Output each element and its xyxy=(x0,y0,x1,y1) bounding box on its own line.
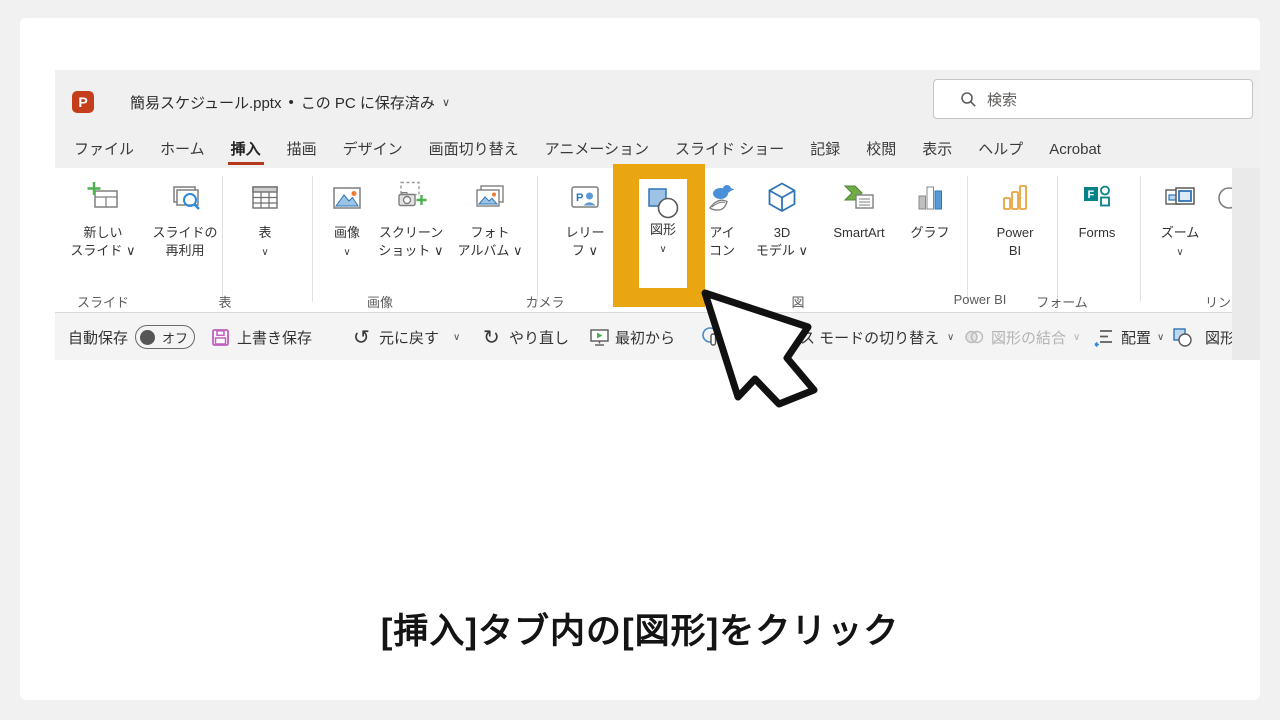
forms-icon: F xyxy=(1062,180,1132,224)
ribbon-button-smartart[interactable]: SmartArt xyxy=(820,180,898,242)
chevron-down-icon: ∨ xyxy=(1176,247,1183,258)
picture-icon xyxy=(312,180,382,224)
save-icon[interactable] xyxy=(211,313,230,360)
ribbon-button-photo-album[interactable]: フォトアルバム ∨ xyxy=(455,180,525,260)
ribbon-button-reuse-slides[interactable]: スライドの再利用 xyxy=(150,180,220,260)
3d-model-icon xyxy=(747,180,817,224)
table-icon xyxy=(230,180,300,224)
svg-text:F: F xyxy=(1088,189,1095,201)
reuse-slides-icon xyxy=(150,180,220,224)
powerpoint-app-icon: P xyxy=(72,91,94,113)
tab-design[interactable]: デザイン xyxy=(330,135,416,168)
powerpoint-window: P 簡易スケジュール.pptx • この PC に保存済み ∨ 検索 ファイル … xyxy=(55,70,1260,360)
tab-draw[interactable]: 描画 xyxy=(274,135,330,168)
ribbon-button-new-slide[interactable]: 新しいスライド ∨ xyxy=(68,180,138,260)
group-separator xyxy=(222,176,223,302)
cameo-icon: P xyxy=(550,180,620,224)
search-icon xyxy=(960,91,977,108)
tab-review[interactable]: 校閲 xyxy=(853,135,909,168)
tab-insert[interactable]: 挿入 xyxy=(218,135,274,168)
ribbon-button-cameo[interactable]: P レリーフ ∨ xyxy=(550,180,620,260)
search-input[interactable]: 検索 xyxy=(933,79,1253,119)
chevron-down-icon: ∨ xyxy=(659,244,666,255)
tab-transitions[interactable]: 画面切り替え xyxy=(416,135,532,168)
chart-icon xyxy=(895,180,965,224)
from-beginning-button[interactable]: 最初から xyxy=(615,313,675,360)
ribbon-button-picture[interactable]: 画像∨ xyxy=(312,180,382,260)
window-right-filler xyxy=(1232,168,1260,360)
mode-switch-button[interactable]: ス モードの切り替え xyxy=(800,313,939,360)
chevron-down-icon: ∨ xyxy=(261,247,268,258)
group-label-table: 表 xyxy=(180,292,270,311)
power-bi-icon xyxy=(980,180,1050,224)
autosave-label: 自動保存 xyxy=(68,313,128,360)
tab-record[interactable]: 記録 xyxy=(797,135,853,168)
dot-separator: • xyxy=(288,94,293,111)
shapes-qat-button[interactable]: 図形 xyxy=(1205,313,1235,360)
smartart-icon xyxy=(820,180,898,224)
group-separator xyxy=(1057,176,1058,302)
chevron-down-icon: ∨ xyxy=(343,247,350,258)
ribbon-button-screenshot[interactable]: スクリーンショット ∨ xyxy=(376,180,446,260)
highlight-box: 図形∨ xyxy=(613,164,705,307)
quick-access-toolbar: 自動保存 オフ 上書き保存 ↺ 元に戻す ∨ ↻ やり直し 最初から ス モード… xyxy=(55,312,1232,360)
group-label-slides: スライド xyxy=(58,292,148,311)
tab-file[interactable]: ファイル xyxy=(61,135,147,168)
group-separator xyxy=(967,176,968,302)
tab-home[interactable]: ホーム xyxy=(147,135,218,168)
merge-shapes-icon xyxy=(963,313,985,360)
undo-icon[interactable]: ↺ xyxy=(353,313,370,360)
ribbon-tab-bar: ファイル ホーム 挿入 描画 デザイン 画面切り替え アニメーション スライド … xyxy=(61,135,1114,168)
ribbon-button-3d-model[interactable]: 3Dモデル ∨ xyxy=(747,180,817,260)
autosave-toggle[interactable]: オフ xyxy=(135,325,195,349)
save-button[interactable]: 上書き保存 xyxy=(237,313,312,360)
title-bar: P 簡易スケジュール.pptx • この PC に保存済み ∨ 検索 xyxy=(55,70,1260,135)
toggle-knob xyxy=(140,330,155,345)
ribbon-button-zoom[interactable]: ズーム∨ xyxy=(1145,180,1215,260)
filename: 簡易スケジュール.pptx xyxy=(130,92,281,113)
group-separator xyxy=(537,176,538,302)
tab-view[interactable]: 表示 xyxy=(909,135,965,168)
align-button[interactable]: 配置 xyxy=(1121,313,1151,360)
caption: [挿入]タブ内の[図形]をクリック xyxy=(0,603,1280,654)
shapes-small-icon[interactable] xyxy=(1171,313,1193,360)
chevron-down-icon[interactable]: ∨ xyxy=(1157,313,1164,360)
saved-status[interactable]: この PC に保存済み xyxy=(301,92,435,113)
tab-help[interactable]: ヘルプ xyxy=(965,135,1036,168)
new-slide-icon xyxy=(68,180,138,224)
group-label-camera: カメラ xyxy=(500,292,590,311)
chevron-down-icon[interactable]: ∨ xyxy=(442,96,450,109)
photo-album-icon xyxy=(455,180,525,224)
align-icon[interactable] xyxy=(1093,313,1115,360)
group-label-illustrations: 図 xyxy=(753,292,843,311)
chevron-down-icon: ∨ xyxy=(1073,313,1080,360)
redo-button[interactable]: やり直し xyxy=(509,313,569,360)
group-label-forms: フォーム xyxy=(1017,292,1107,311)
from-beginning-icon[interactable] xyxy=(589,313,610,360)
shapes-icon xyxy=(639,179,687,221)
group-separator xyxy=(1140,176,1141,302)
search-placeholder: 検索 xyxy=(987,89,1017,110)
ribbon-button-power-bi[interactable]: PowerBI xyxy=(980,180,1050,260)
ribbon-button-table[interactable]: 表∨ xyxy=(230,180,300,260)
merge-shapes-button: 図形の結合 xyxy=(991,313,1066,360)
tutorial-slide: P 簡易スケジュール.pptx • この PC に保存済み ∨ 検索 ファイル … xyxy=(0,0,1280,720)
document-title: 簡易スケジュール.pptx • この PC に保存済み ∨ xyxy=(130,70,450,135)
slide-zoom-icon xyxy=(1145,180,1215,224)
svg-text:P: P xyxy=(576,192,583,204)
redo-icon[interactable]: ↻ xyxy=(483,313,500,360)
undo-button[interactable]: 元に戻す xyxy=(379,313,439,360)
group-label-images: 画像 xyxy=(335,292,425,311)
chevron-down-icon[interactable]: ∨ xyxy=(453,313,460,360)
ribbon-button-shapes[interactable]: 図形∨ xyxy=(639,179,687,288)
chevron-down-icon[interactable]: ∨ xyxy=(947,313,954,360)
ribbon-button-chart[interactable]: グラフ xyxy=(895,180,965,242)
screenshot-icon xyxy=(376,180,446,224)
touch-mouse-mode-icon[interactable] xyxy=(701,313,723,360)
tab-acrobat[interactable]: Acrobat xyxy=(1036,135,1114,168)
ribbon-button-forms[interactable]: F Forms xyxy=(1062,180,1132,242)
group-label-power-bi: Power BI xyxy=(935,292,1025,307)
